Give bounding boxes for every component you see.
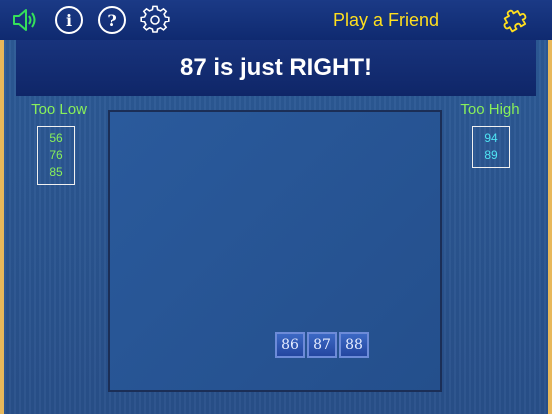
number-tile[interactable]: 86 <box>275 332 305 358</box>
too-high-label: Too High <box>460 101 520 118</box>
too-low-guess: 85 <box>49 165 63 179</box>
info-icon: i <box>55 6 83 34</box>
too-low-guess: 76 <box>49 148 63 162</box>
puzzle-button[interactable] <box>500 4 532 36</box>
too-low-list: 56 76 85 <box>37 126 75 185</box>
too-high-guess: 89 <box>484 148 498 162</box>
too-high-guess: 94 <box>484 131 498 145</box>
mode-title[interactable]: Play a Friend <box>318 8 454 32</box>
number-tile[interactable]: 87 <box>307 332 337 358</box>
settings-button[interactable] <box>139 4 171 36</box>
help-icon: ? <box>98 6 126 34</box>
sound-button[interactable] <box>10 4 42 36</box>
number-tile[interactable]: 88 <box>339 332 369 358</box>
gear-icon <box>140 5 170 33</box>
too-low-guess: 56 <box>49 131 63 145</box>
result-banner: 87 is just RIGHT! <box>16 40 536 96</box>
speaker-icon <box>13 9 36 31</box>
info-button[interactable]: i <box>53 4 85 36</box>
top-toolbar: i ? Play a Friend <box>0 0 552 40</box>
too-high-list: 94 89 <box>472 126 510 168</box>
puzzle-icon <box>503 9 527 33</box>
number-tiles: 86 87 88 <box>275 332 369 358</box>
help-button[interactable]: ? <box>96 4 128 36</box>
too-low-label: Too Low <box>31 101 87 118</box>
result-message: 87 is just RIGHT! <box>179 54 373 81</box>
